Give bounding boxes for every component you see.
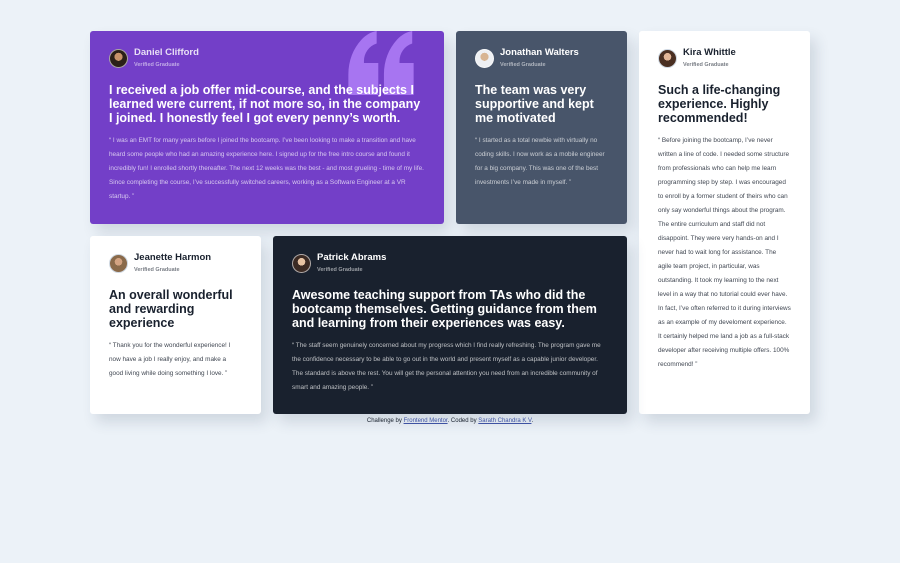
verified-tag: Verified Graduate: [500, 62, 546, 68]
attribution-footer: Challenge by Frontend Mentor. Coded by S…: [0, 418, 900, 424]
testimonial-quote: “ I started as a total newbie with virtu…: [475, 137, 605, 186]
testimonial-card-patrick: Patrick Abrams Verified Graduate Awesome…: [273, 236, 627, 414]
attribution-prefix: Challenge by: [366, 418, 402, 424]
author-link[interactable]: Sarath Chandra K V: [478, 418, 531, 424]
testimonial-quote: “ The staff seem genuinely concerned abo…: [292, 342, 601, 391]
person-name: Jeanette Harmon: [134, 252, 212, 263]
avatar: [658, 48, 677, 68]
avatar: [292, 253, 311, 273]
testimonial-card-kira: Kira Whittle Verified Graduate Such a li…: [639, 31, 810, 414]
person-header: Patrick Abrams Verified Graduate: [292, 252, 608, 274]
testimonials-grid: Daniel Clifford Verified Graduate I rece…: [90, 31, 810, 414]
testimonial-card-daniel: Daniel Clifford Verified Graduate I rece…: [90, 31, 444, 224]
avatar: [475, 48, 494, 68]
testimonial-heading: The team was very supportive and kept me…: [475, 83, 594, 125]
verified-tag: Verified Graduate: [317, 267, 363, 273]
verified-tag: Verified Graduate: [134, 267, 180, 273]
testimonial-heading: Such a life-changing experience. Highly …: [658, 83, 781, 125]
testimonial-quote: “ I was an EMT for many years before I j…: [109, 137, 424, 200]
avatar: [109, 253, 128, 273]
testimonial-heading: Awesome teaching support from TAs who di…: [292, 288, 597, 330]
testimonial-quote: “ Thank you for the wonderful experience…: [109, 342, 231, 377]
testimonial-heading: I received a job offer mid-course, and t…: [109, 83, 421, 125]
person-name: Kira Whittle: [683, 47, 736, 58]
testimonial-card-jonathan: Jonathan Walters Verified Graduate The t…: [456, 31, 627, 224]
person-name: Daniel Clifford: [134, 47, 199, 58]
attribution-middle: . Coded by: [447, 418, 477, 424]
avatar: [109, 48, 128, 68]
frontend-mentor-link[interactable]: Frontend Mentor: [404, 418, 448, 424]
person-name: Patrick Abrams: [317, 252, 387, 263]
attribution-suffix: .: [531, 418, 534, 424]
testimonial-heading: An overall wonderful and rewarding exper…: [109, 288, 233, 330]
verified-tag: Verified Graduate: [134, 62, 180, 68]
testimonial-quote: “ Before joining the bootcamp, I’ve neve…: [658, 137, 791, 368]
person-name: Jonathan Walters: [500, 47, 579, 58]
person-header: Jonathan Walters Verified Graduate: [475, 47, 608, 69]
person-header: Daniel Clifford Verified Graduate: [109, 47, 425, 69]
testimonial-card-jeanette: Jeanette Harmon Verified Graduate An ove…: [90, 236, 261, 414]
person-header: Jeanette Harmon Verified Graduate: [109, 252, 242, 274]
verified-tag: Verified Graduate: [683, 62, 729, 68]
person-header: Kira Whittle Verified Graduate: [658, 47, 791, 69]
